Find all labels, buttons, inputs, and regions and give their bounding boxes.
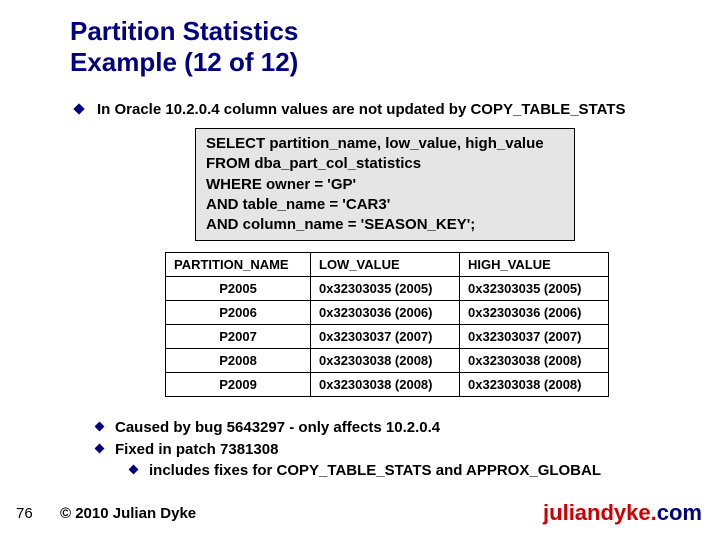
site-main: juliandyke. xyxy=(543,500,657,525)
cell: 0x32303035 (2005) xyxy=(311,277,460,301)
secondary-bullets: Caused by bug 5643297 - only affects 10.… xyxy=(96,418,601,483)
bullet-row-sub: includes fixes for COPY_TABLE_STATS and … xyxy=(130,461,601,481)
main-bullet-text: In Oracle 10.2.0.4 column values are not… xyxy=(97,100,625,120)
page-number: 76 xyxy=(16,505,33,522)
cell: 0x32303036 (2006) xyxy=(460,301,609,325)
cell: 0x32303038 (2008) xyxy=(460,349,609,373)
sql-line: FROM dba_part_col_statistics xyxy=(206,154,564,174)
title-line-2: Example (12 of 12) xyxy=(70,47,298,77)
bullet-row: Fixed in patch 7381308 xyxy=(96,440,601,460)
site-url: juliandyke.com xyxy=(543,500,702,526)
col-header: PARTITION_NAME xyxy=(166,253,311,277)
title-line-1: Partition Statistics xyxy=(70,16,298,46)
main-bullet: In Oracle 10.2.0.4 column values are not… xyxy=(75,100,625,120)
cell: 0x32303035 (2005) xyxy=(460,277,609,301)
table-header-row: PARTITION_NAME LOW_VALUE HIGH_VALUE xyxy=(166,253,609,277)
cell: 0x32303038 (2008) xyxy=(311,349,460,373)
cell: P2005 xyxy=(166,277,311,301)
bullet-icon xyxy=(73,103,84,114)
cell: P2006 xyxy=(166,301,311,325)
result-table: PARTITION_NAME LOW_VALUE HIGH_VALUE P200… xyxy=(165,252,609,397)
col-header: LOW_VALUE xyxy=(311,253,460,277)
table-row: P2008 0x32303038 (2008) 0x32303038 (2008… xyxy=(166,349,609,373)
bullet-icon xyxy=(95,422,105,432)
sql-line: AND table_name = 'CAR3' xyxy=(206,195,564,215)
cell: 0x32303037 (2007) xyxy=(460,325,609,349)
table-row: P2006 0x32303036 (2006) 0x32303036 (2006… xyxy=(166,301,609,325)
sql-line: SELECT partition_name, low_value, high_v… xyxy=(206,134,564,154)
bullet-icon xyxy=(95,443,105,453)
sql-line: AND column_name = 'SEASON_KEY'; xyxy=(206,215,564,235)
cell: 0x32303038 (2008) xyxy=(460,373,609,397)
cell: 0x32303038 (2008) xyxy=(311,373,460,397)
col-header: HIGH_VALUE xyxy=(460,253,609,277)
bullet-text: includes fixes for COPY_TABLE_STATS and … xyxy=(149,461,601,481)
table-row: P2009 0x32303038 (2008) 0x32303038 (2008… xyxy=(166,373,609,397)
site-tld: com xyxy=(657,500,702,525)
sql-line: WHERE owner = 'GP' xyxy=(206,175,564,195)
copyright: © 2010 Julian Dyke xyxy=(60,505,196,522)
table-row: P2007 0x32303037 (2007) 0x32303037 (2007… xyxy=(166,325,609,349)
cell: P2007 xyxy=(166,325,311,349)
table-row: P2005 0x32303035 (2005) 0x32303035 (2005… xyxy=(166,277,609,301)
bullet-text: Fixed in patch 7381308 xyxy=(115,440,278,460)
cell: 0x32303036 (2006) xyxy=(311,301,460,325)
cell: P2009 xyxy=(166,373,311,397)
cell: P2008 xyxy=(166,349,311,373)
cell: 0x32303037 (2007) xyxy=(311,325,460,349)
bullet-row: Caused by bug 5643297 - only affects 10.… xyxy=(96,418,601,438)
slide-title: Partition Statistics Example (12 of 12) xyxy=(70,16,298,78)
bullet-text: Caused by bug 5643297 - only affects 10.… xyxy=(115,418,440,438)
bullet-icon xyxy=(129,465,139,475)
sql-code-box: SELECT partition_name, low_value, high_v… xyxy=(195,128,575,241)
